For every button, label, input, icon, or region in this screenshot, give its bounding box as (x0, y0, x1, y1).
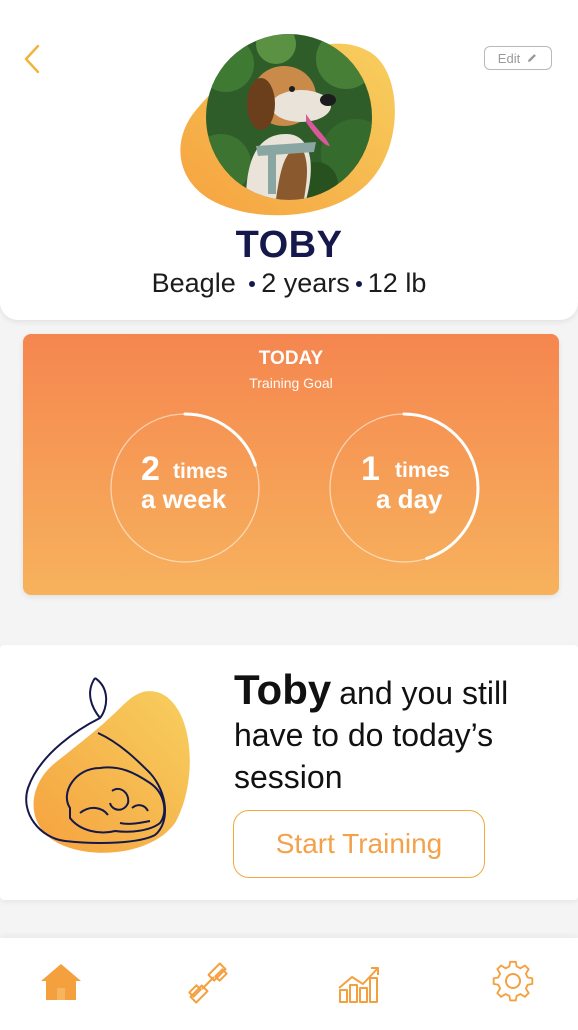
edit-label: Edit (497, 50, 521, 66)
training-message: Toby and you still have to do today’s ses… (234, 669, 564, 798)
avatar-group (176, 30, 402, 220)
daily-goal-text: 1 times a day (328, 412, 480, 564)
pet-name: TOBY (235, 224, 343, 266)
weekly-goal-ring: 2 times a week (109, 412, 261, 564)
daily-goal-ring: 1 times a day (328, 412, 480, 564)
separator-dot (249, 280, 256, 287)
pet-breed: Beagle (151, 268, 236, 298)
home-icon[interactable] (38, 960, 84, 1006)
goal-title: TODAY (258, 348, 324, 369)
pet-details: Beagle 2 years 12 lb (0, 268, 578, 299)
pencil-icon (528, 54, 537, 62)
bottom-navigation (0, 938, 578, 1030)
daily-unit: times (395, 459, 450, 482)
weekly-frequency: a week (141, 484, 227, 514)
pet-age: 2 years (261, 268, 350, 298)
training-reminder-card: Toby and you still have to do today’s ses… (0, 645, 578, 900)
dog-photo-illustration (206, 34, 372, 200)
separator-dot (355, 280, 362, 287)
profile-card: Edit TOBY Beagle 2 years 12 lb (0, 0, 578, 320)
pet-photo[interactable] (206, 34, 372, 200)
dumbbell-icon[interactable] (185, 960, 231, 1006)
settings-icon[interactable] (490, 960, 536, 1006)
training-goal-card: TODAY Training Goal 2 times a week 1 tim… (23, 334, 559, 595)
edit-button[interactable]: Edit (484, 46, 552, 70)
sleeping-dog-illustration (25, 677, 190, 853)
start-training-button[interactable]: Start Training (233, 810, 485, 878)
goal-subtitle: Training Goal (249, 375, 333, 391)
back-chevron-icon[interactable] (20, 42, 46, 76)
training-pet-name: Toby (234, 666, 332, 713)
pet-weight: 12 lb (367, 268, 427, 298)
daily-frequency: a day (376, 484, 443, 514)
chart-icon[interactable] (336, 960, 382, 1006)
weekly-goal-text: 2 times a week (109, 412, 261, 564)
weekly-unit: times (173, 460, 228, 483)
